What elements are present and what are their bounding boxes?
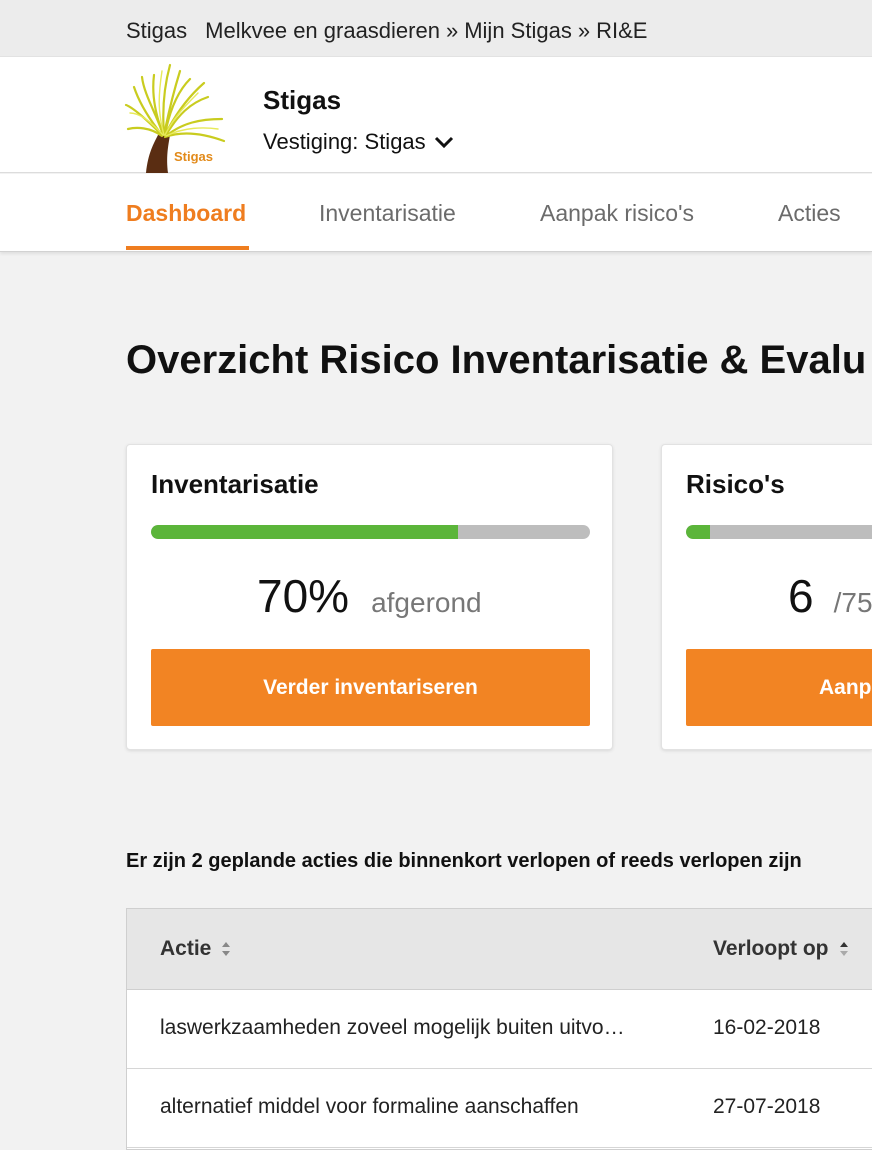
page-title: Overzicht Risico Inventarisatie & Evalu: [126, 338, 867, 382]
breadcrumb-brand-link[interactable]: Stigas: [126, 18, 187, 43]
svg-text:Stigas: Stigas: [174, 149, 213, 164]
action-expiry-date: 16-02-2018: [713, 1016, 821, 1039]
main-tabs: Dashboard Inventarisatie Aanpak risico's…: [0, 174, 872, 252]
risicos-count: 6: [788, 570, 814, 622]
actions-table: Actie Verloopt op laswerkzaamheden zovee…: [126, 908, 872, 1150]
column-header-verloopt-op[interactable]: Verloopt op: [713, 937, 849, 961]
organization-name: Stigas: [263, 85, 342, 115]
risicos-stat: 6/75: [788, 569, 872, 623]
sort-icon: [222, 942, 231, 956]
risicos-progress-bar: [686, 525, 872, 539]
table-header: Actie Verloopt op: [127, 909, 872, 990]
tab-aanpak-risicos[interactable]: Aanpak risico's: [540, 200, 694, 227]
inventarisatie-card-title: Inventarisatie: [151, 469, 319, 499]
risicos-progress-fill: [686, 525, 710, 539]
tab-acties[interactable]: Acties: [778, 200, 841, 227]
vestiging-dropdown[interactable]: Vestiging: Stigas: [263, 129, 454, 155]
table-row[interactable]: laswerkzaamheden zoveel mogelijk buiten …: [127, 990, 872, 1069]
aanpak-risicos-button[interactable]: Aanpa: [686, 649, 872, 726]
site-header: Stigas Stigas Vestiging: Stigas: [0, 57, 872, 173]
breadcrumb: Stigas Melkvee en graasdieren» Mijn Stigas…: [126, 18, 647, 44]
risicos-card: Risico's 6/75 Aanpa: [661, 444, 872, 750]
inventarisatie-stat: 70% afgerond: [257, 569, 482, 623]
inventarisatie-progress-bar: [151, 525, 590, 539]
breadcrumb-separator: »: [445, 18, 459, 43]
chevron-down-icon: [434, 136, 453, 149]
action-expiry-date: 27-07-2018: [713, 1095, 821, 1118]
sort-ascending-icon: [839, 942, 848, 956]
breadcrumb-item-rie[interactable]: RI&E: [596, 18, 647, 43]
inventarisatie-progress-fill: [151, 525, 459, 539]
table-row[interactable]: alternatief middel voor formaline aansch…: [127, 1069, 872, 1148]
vestiging-label: Vestiging: Stigas: [263, 129, 426, 154]
breadcrumb-item-mijn-stigas[interactable]: Mijn Stigas: [464, 18, 572, 43]
risicos-total: /75: [833, 587, 872, 618]
breadcrumb-item-melkvee[interactable]: Melkvee en graasdieren: [205, 18, 440, 43]
tab-dashboard[interactable]: Dashboard: [126, 200, 246, 227]
breadcrumb-separator: »: [577, 18, 591, 43]
risicos-card-title: Risico's: [686, 469, 785, 499]
verder-inventariseren-button[interactable]: Verder inventariseren: [151, 649, 590, 726]
column-header-actie[interactable]: Actie: [160, 937, 231, 961]
tab-inventarisatie[interactable]: Inventarisatie: [319, 200, 456, 227]
action-description: alternatief middel voor formaline aansch…: [160, 1095, 579, 1118]
action-description: laswerkzaamheden zoveel mogelijk buiten …: [160, 1016, 625, 1039]
inventarisatie-card: Inventarisatie 70% afgerond Verder invent…: [126, 444, 613, 750]
expiring-actions-notice: Er zijn 2 geplande acties die binnenkort…: [126, 850, 802, 872]
inventarisatie-status-text: afgerond: [371, 587, 482, 618]
stigas-logo[interactable]: Stigas: [124, 57, 230, 173]
active-tab-indicator: [126, 246, 249, 250]
top-bar: Stigas Melkvee en graasdieren» Mijn Stigas…: [0, 0, 872, 57]
inventarisatie-percentage: 70%: [257, 570, 350, 622]
